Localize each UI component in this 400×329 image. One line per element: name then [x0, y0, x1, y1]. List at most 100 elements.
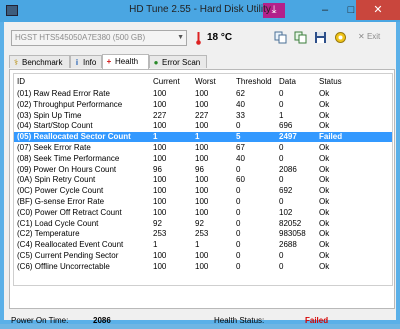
tab-benchmark[interactable]: ⚕ Benchmark — [9, 55, 70, 68]
cell-thr: 0 — [236, 229, 241, 239]
cell-cur: 1 — [153, 240, 158, 250]
column-header-status[interactable]: Status — [319, 77, 342, 86]
options-icon[interactable] — [334, 31, 347, 44]
tab-health-label: Health — [115, 57, 139, 66]
table-row[interactable]: (01) Raw Read Error Rate 100 100 62 0 Ok — [14, 89, 392, 99]
table-row[interactable]: (BF) G-sense Error Rate 100 100 0 0 Ok — [14, 197, 392, 207]
column-header-data[interactable]: Data — [279, 77, 296, 86]
cell-cur: 100 — [153, 175, 167, 185]
cell-id: (C2) Temperature — [17, 229, 80, 239]
cell-cur: 96 — [153, 164, 162, 174]
cell-worst: 100 — [195, 175, 209, 185]
table-row[interactable]: (0A) Spin Retry Count 100 100 60 0 Ok — [14, 175, 392, 185]
table-row[interactable]: (0C) Power Cycle Count 100 100 0 692 Ok — [14, 186, 392, 196]
cell-thr: 0 — [236, 164, 241, 174]
cell-worst: 100 — [195, 143, 209, 152]
column-header-current[interactable]: Current — [153, 77, 180, 86]
table-row[interactable]: (C2) Temperature 253 253 0 983058 Ok — [14, 229, 392, 239]
cell-id: (02) Throughput Performance — [17, 99, 123, 109]
table-row[interactable]: (04) Start/Stop Count 100 100 0 696 Ok — [14, 121, 392, 131]
column-header-worst[interactable]: Worst — [195, 77, 216, 86]
cell-cur: 227 — [153, 110, 167, 120]
cell-status: Ok — [319, 197, 330, 206]
title-bar: ⤓ HD Tune 2.55 - Hard Disk Utility – □ ✕ — [0, 0, 400, 22]
tab-health[interactable]: + Health — [102, 54, 149, 69]
cell-cur: 100 — [153, 186, 167, 196]
table-row[interactable]: (07) Seek Error Rate 100 100 67 0 Ok — [14, 143, 392, 153]
cell-status: Ok — [319, 186, 330, 196]
table-row[interactable]: (05) Reallocated Sector Count 1 1 5 2497 Fail… — [14, 132, 392, 143]
table-row[interactable]: (C4) Reallocated Event Count 1 1 0 2688 Ok — [14, 240, 392, 250]
table-header: ID Current Worst Threshold Data Status — [14, 74, 392, 89]
cell-thr: 0 — [236, 251, 241, 260]
disk-select[interactable]: HGST HTS545050A7E380 (500 GB) ▼ — [11, 30, 187, 46]
cell-thr: 5 — [236, 132, 241, 142]
table-row[interactable]: (02) Throughput Performance 100 100 40 0 Ok — [14, 100, 392, 110]
error-scan-icon: ● — [153, 58, 159, 67]
exit-icon: ✕ — [358, 32, 365, 41]
cell-cur: 100 — [153, 99, 167, 109]
tab-info[interactable]: i Info — [70, 55, 102, 68]
tab-error-scan[interactable]: ● Error Scan — [149, 55, 207, 68]
cell-thr: 60 — [236, 175, 245, 185]
cell-status: Ok — [319, 99, 330, 109]
smart-table[interactable]: ID Current Worst Threshold Data Status (… — [13, 73, 393, 286]
minimize-button[interactable]: – — [312, 0, 338, 20]
cell-status: Ok — [319, 110, 330, 120]
save-icon[interactable] — [314, 31, 327, 44]
cell-id: (BF) G-sense Error Rate — [17, 197, 105, 206]
table-row[interactable]: (09) Power On Hours Count 96 96 0 2086 Ok — [14, 165, 392, 175]
cell-worst: 92 — [195, 218, 204, 228]
cell-data: 0 — [279, 261, 284, 271]
chevron-down-icon: ▼ — [177, 34, 184, 41]
table-row[interactable]: (C0) Power Off Retract Count 100 100 0 102 Ok — [14, 208, 392, 218]
cell-cur: 100 — [153, 251, 167, 260]
cell-thr: 33 — [236, 110, 245, 120]
cell-data: 82052 — [279, 218, 302, 228]
cell-id: (C0) Power Off Retract Count — [17, 207, 122, 217]
cell-worst: 100 — [195, 261, 209, 271]
cell-id: (04) Start/Stop Count — [17, 121, 93, 131]
exit-label: Exit — [366, 32, 381, 41]
exit-button[interactable]: ✕ Exit — [358, 32, 380, 41]
cell-status: Failed — [319, 132, 343, 142]
cell-id: (C6) Offline Uncorrectable — [17, 261, 110, 271]
cell-data: 0 — [279, 153, 284, 163]
cell-status: Ok — [319, 251, 330, 260]
cell-cur: 100 — [153, 121, 167, 131]
cell-cur: 100 — [153, 153, 167, 163]
thermometer-icon — [196, 32, 201, 45]
cell-cur: 100 — [153, 207, 167, 217]
cell-worst: 100 — [195, 186, 209, 196]
cell-thr: 0 — [236, 207, 241, 217]
table-row[interactable]: (03) Spin Up Time 227 227 33 1 Ok — [14, 111, 392, 121]
column-header-id[interactable]: ID — [17, 77, 25, 86]
cell-data: 696 — [279, 121, 293, 131]
cell-thr: 40 — [236, 99, 245, 109]
cell-worst: 100 — [195, 89, 209, 98]
table-row[interactable]: (08) Seek Time Performance 100 100 40 0 Ok — [14, 154, 392, 164]
table-row[interactable]: (C5) Current Pending Sector 100 100 0 0 Ok — [14, 251, 392, 261]
cell-thr: 40 — [236, 153, 245, 163]
cell-thr: 0 — [236, 261, 241, 271]
cell-thr: 0 — [236, 218, 241, 228]
cell-data: 0 — [279, 143, 284, 152]
tab-error-scan-label: Error Scan — [162, 58, 201, 67]
table-row[interactable]: (C6) Offline Uncorrectable 100 100 0 0 Ok — [14, 262, 392, 272]
cell-worst: 100 — [195, 99, 209, 109]
close-button[interactable]: ✕ — [356, 0, 400, 20]
cell-worst: 253 — [195, 229, 209, 239]
copy-screenshot-icon[interactable] — [294, 31, 307, 44]
table-row[interactable]: (C1) Load Cycle Count 92 92 0 82052 Ok — [14, 219, 392, 229]
tab-info-label: Info — [83, 58, 97, 67]
cell-status: Ok — [319, 175, 330, 185]
cell-cur: 100 — [153, 143, 167, 152]
cell-id: (07) Seek Error Rate — [17, 143, 91, 152]
cell-id: (08) Seek Time Performance — [17, 153, 120, 163]
cell-data: 0 — [279, 251, 284, 260]
cell-thr: 0 — [236, 197, 241, 206]
toolbar: HGST HTS545050A7E380 (500 GB) ▼ 18 °C ✕ … — [4, 22, 396, 52]
copy-info-icon[interactable] — [274, 31, 287, 44]
column-header-threshold[interactable]: Threshold — [236, 77, 272, 86]
cell-thr: 0 — [236, 240, 241, 250]
